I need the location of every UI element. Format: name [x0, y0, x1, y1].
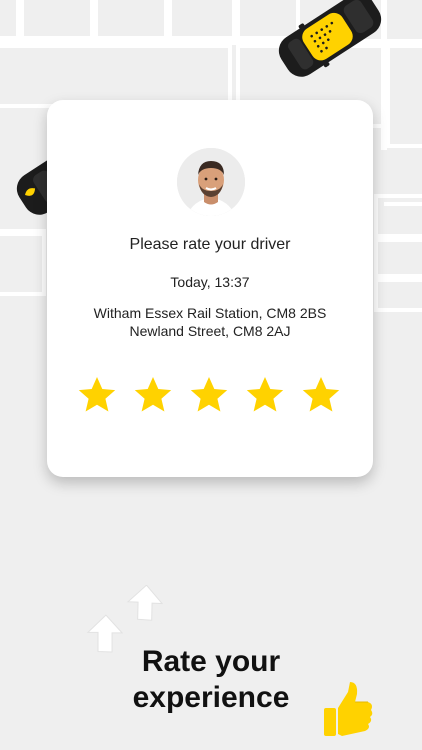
dropoff-address: Newland Street, CM8 2AJ [129, 323, 291, 339]
rating-card: Please rate your driver Today, 13:37 Wit… [47, 100, 373, 477]
star-1-icon[interactable] [77, 375, 117, 415]
star-4-icon[interactable] [245, 375, 285, 415]
pickup-address: Witham Essex Rail Station, CM8 2BS [93, 305, 327, 321]
star-3-icon[interactable] [189, 375, 229, 415]
driver-avatar [177, 148, 245, 216]
rate-driver-title: Please rate your driver [129, 236, 291, 253]
star-2-icon[interactable] [133, 375, 173, 415]
trip-time: Today, 13:37 [170, 274, 250, 290]
star-rating [77, 375, 343, 415]
thumbs-up-icon [322, 680, 374, 738]
headline-line-1: Rate your [141, 645, 281, 678]
star-5-icon[interactable] [301, 375, 341, 415]
